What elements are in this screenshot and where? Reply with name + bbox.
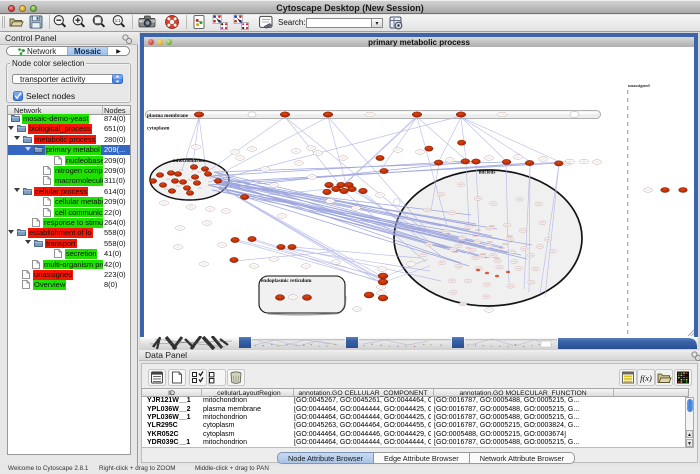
svg-text:f(x): f(x) [640,373,652,383]
